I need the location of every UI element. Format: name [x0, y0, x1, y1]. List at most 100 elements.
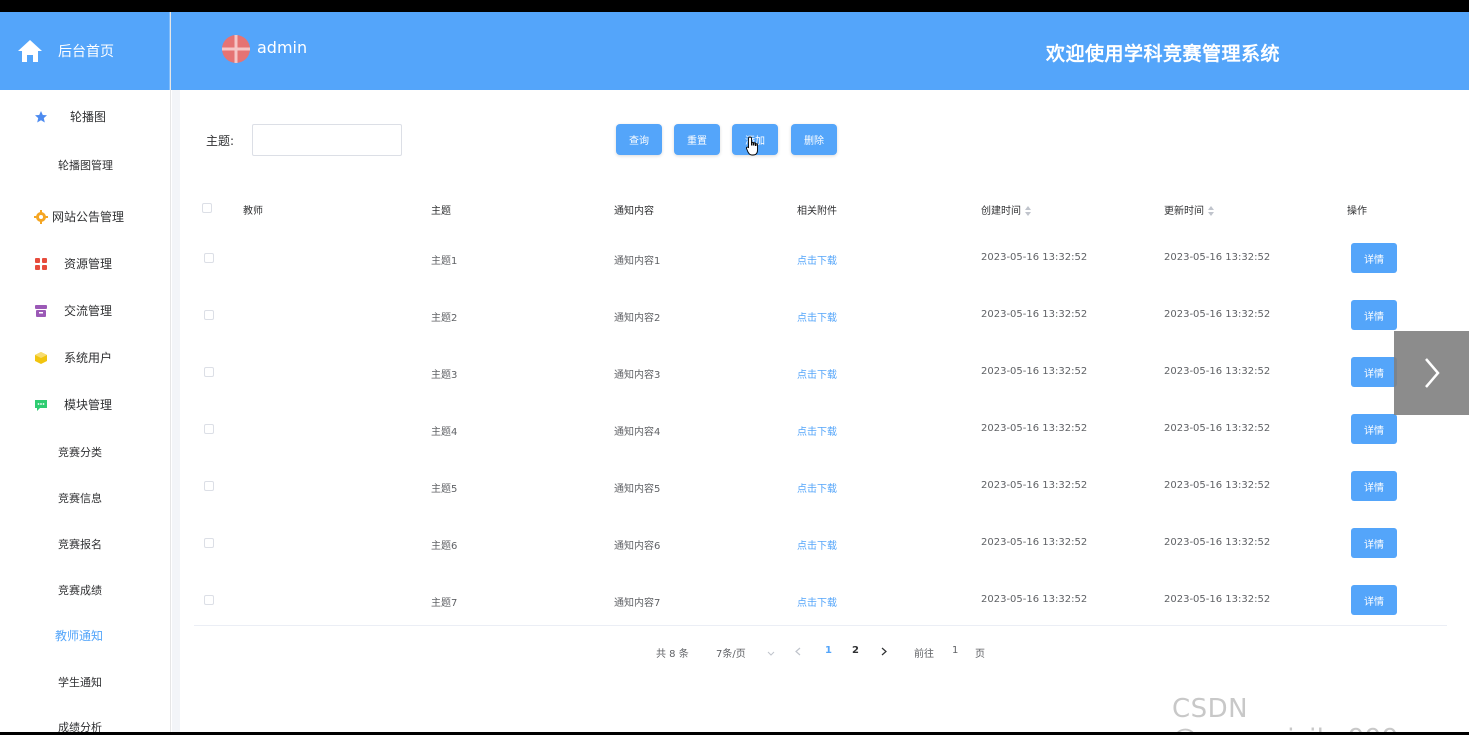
prev-page-icon[interactable] [795, 647, 801, 656]
sidebar-item-label: 网站公告管理 [52, 210, 125, 224]
search-label: 主题: [206, 134, 235, 148]
detail-button[interactable]: 详情 [1351, 300, 1397, 330]
detail-button[interactable]: 详情 [1351, 414, 1397, 444]
main-left-shade [172, 90, 180, 732]
download-link[interactable]: 点击下载 [797, 252, 837, 267]
download-link[interactable]: 点击下载 [797, 594, 837, 609]
chat-icon [35, 399, 47, 411]
column-header-subject: 主题 [431, 206, 451, 217]
row-checkbox[interactable] [204, 310, 214, 320]
sidebar-item-announcements[interactable]: 网站公告管理 [0, 208, 170, 225]
select-all-checkbox[interactable] [202, 203, 212, 213]
app-window: 后台首页 轮播图 轮播图管理 网站公告管理 资源管理 交流管理 系统用户 模块管… [0, 12, 1469, 732]
row-checkbox[interactable] [204, 481, 214, 491]
page-number[interactable]: 2 [852, 645, 859, 656]
chevron-down-icon [767, 651, 775, 656]
row-checkbox[interactable] [204, 595, 214, 605]
main-content: 主题: 查询 重置 添加 删除 教师 主题 通知内容 相关附件 创建时间 更新时… [172, 90, 1469, 732]
cell-updated: 2023-05-16 13:32:52 [1164, 252, 1271, 263]
detail-button[interactable]: 详情 [1351, 357, 1397, 387]
cell-created: 2023-05-16 13:32:52 [981, 366, 1088, 377]
top-header: admin 欢迎使用学科竞赛管理系统 [171, 12, 1469, 90]
sidebar: 后台首页 轮播图 轮播图管理 网站公告管理 资源管理 交流管理 系统用户 模块管… [0, 12, 171, 732]
sidebar-sub-carousel-manage[interactable]: 轮播图管理 [58, 157, 113, 173]
hand-cursor-icon [746, 136, 758, 156]
detail-button[interactable]: 详情 [1351, 243, 1397, 273]
goto-page-input[interactable]: 1 [952, 645, 958, 656]
sidebar-sub-teacher-notice[interactable]: 教师通知 [55, 627, 103, 644]
cell-created: 2023-05-16 13:32:52 [981, 537, 1088, 548]
download-link[interactable]: 点击下载 [797, 480, 837, 495]
column-header-teacher: 教师 [243, 206, 263, 217]
user-name: admin [257, 38, 308, 57]
cell-updated: 2023-05-16 13:32:52 [1164, 537, 1271, 548]
sidebar-sub-competition-score[interactable]: 竞赛成绩 [58, 582, 102, 598]
cell-content: 通知内容6 [614, 541, 661, 552]
detail-button[interactable]: 详情 [1351, 585, 1397, 615]
page-number[interactable]: 1 [825, 645, 832, 656]
sidebar-item-label: 轮播图 [70, 110, 107, 124]
star-icon [35, 110, 47, 122]
row-checkbox[interactable] [204, 253, 214, 263]
page-size-select[interactable]: 7条/页 [716, 645, 775, 660]
column-header-created[interactable]: 创建时间 [981, 202, 1031, 217]
chevron-right-icon [1424, 358, 1440, 388]
goto-suffix: 页 [975, 649, 985, 660]
reset-button[interactable]: 重置 [674, 124, 720, 155]
delete-button[interactable]: 删除 [791, 124, 837, 155]
sidebar-sub-score-analysis[interactable]: 成绩分析 [58, 719, 102, 732]
goto-prefix: 前往 [914, 649, 934, 660]
download-link[interactable]: 点击下载 [797, 366, 837, 381]
cell-updated: 2023-05-16 13:32:52 [1164, 594, 1271, 605]
cell-updated: 2023-05-16 13:32:52 [1164, 366, 1271, 377]
home-icon [18, 40, 42, 62]
sidebar-item-label: 资源管理 [64, 257, 113, 271]
sidebar-sub-competition-signup[interactable]: 竞赛报名 [58, 536, 102, 552]
next-page-icon[interactable] [881, 647, 887, 656]
cell-created: 2023-05-16 13:32:52 [981, 594, 1088, 605]
cell-updated: 2023-05-16 13:32:52 [1164, 423, 1271, 434]
cell-subject: 主题7 [431, 598, 458, 609]
cell-subject: 主题3 [431, 370, 458, 381]
sidebar-item-resources[interactable]: 资源管理 [0, 255, 170, 272]
cell-content: 通知内容4 [614, 427, 661, 438]
cell-subject: 主题4 [431, 427, 458, 438]
column-header-attachment: 相关附件 [797, 206, 837, 217]
row-checkbox[interactable] [204, 538, 214, 548]
column-header-actions: 操作 [1347, 206, 1367, 217]
column-header-content: 通知内容 [614, 206, 654, 217]
cell-subject: 主题2 [431, 313, 458, 324]
sidebar-item-label: 系统用户 [64, 351, 113, 365]
avatar-icon[interactable] [222, 35, 250, 63]
query-button[interactable]: 查询 [616, 124, 662, 155]
sidebar-item-system-users[interactable]: 系统用户 [0, 349, 170, 366]
sort-icon[interactable] [1208, 206, 1214, 216]
download-link[interactable]: 点击下载 [797, 309, 837, 324]
detail-button[interactable]: 详情 [1351, 528, 1397, 558]
cell-updated: 2023-05-16 13:32:52 [1164, 480, 1271, 491]
cell-created: 2023-05-16 13:32:52 [981, 252, 1088, 263]
sidebar-item-modules[interactable]: 模块管理 [0, 396, 170, 413]
sort-icon[interactable] [1025, 206, 1031, 216]
cell-created: 2023-05-16 13:32:52 [981, 480, 1088, 491]
row-checkbox[interactable] [204, 424, 214, 434]
subject-search-input[interactable] [252, 124, 402, 156]
row-checkbox[interactable] [204, 367, 214, 377]
sidebar-item-carousel[interactable]: 轮播图 [0, 108, 170, 125]
sidebar-sub-student-notice[interactable]: 学生通知 [58, 674, 102, 690]
detail-button[interactable]: 详情 [1351, 471, 1397, 501]
download-link[interactable]: 点击下载 [797, 423, 837, 438]
sidebar-item-communication[interactable]: 交流管理 [0, 302, 170, 319]
sidebar-item-label: 模块管理 [64, 398, 113, 412]
sidebar-sub-competition-info[interactable]: 竞赛信息 [58, 490, 102, 506]
pagination-total: 共 8 条 [656, 649, 689, 660]
cell-updated: 2023-05-16 13:32:52 [1164, 309, 1271, 320]
download-link[interactable]: 点击下载 [797, 537, 837, 552]
cell-created: 2023-05-16 13:32:52 [981, 423, 1088, 434]
cell-created: 2023-05-16 13:32:52 [981, 309, 1088, 320]
slide-next-button[interactable] [1394, 331, 1469, 415]
column-header-updated[interactable]: 更新时间 [1164, 202, 1214, 217]
cube-icon [35, 351, 47, 364]
sidebar-sub-competition-category[interactable]: 竞赛分类 [58, 444, 102, 460]
sidebar-home[interactable]: 后台首页 [0, 12, 170, 90]
